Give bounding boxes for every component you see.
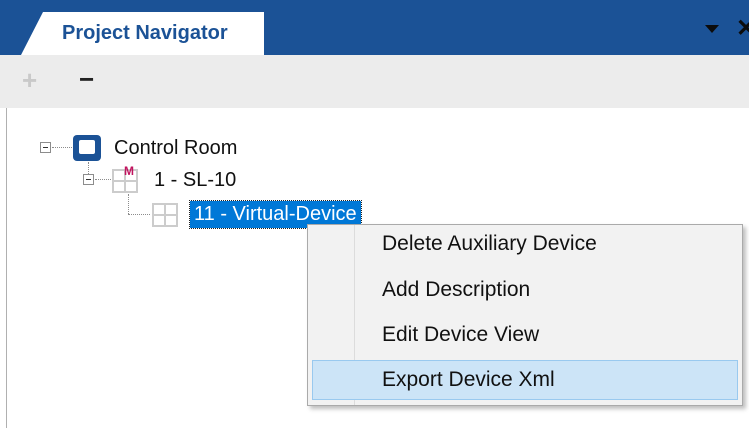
tree-connector (128, 214, 150, 215)
device-grid-icon (152, 203, 178, 227)
collapse-toggle-sl10[interactable] (83, 174, 94, 185)
close-icon[interactable]: ✕ (736, 17, 749, 41)
add-button[interactable]: + (22, 67, 37, 93)
remove-button[interactable]: − (79, 66, 94, 92)
device-badge-m-icon: M (124, 164, 134, 178)
tree-connector (88, 162, 89, 174)
menu-item-edit-device-view[interactable]: Edit Device View (312, 315, 738, 355)
tree-connector (95, 179, 111, 180)
plus-icon: + (22, 65, 38, 95)
tree-node-sl10[interactable]: 1 - SL-10 (154, 168, 236, 192)
toolbar (0, 55, 749, 108)
control-room-icon (73, 135, 101, 161)
minus-icon: − (79, 64, 95, 94)
dropdown-triangle-icon[interactable] (705, 25, 719, 33)
tree-node-control-room[interactable]: Control Room (114, 136, 237, 160)
menu-item-export-device-xml[interactable]: Export Device Xml (312, 360, 738, 400)
menu-item-add-description[interactable]: Add Description (312, 270, 738, 310)
tree-connector (128, 194, 129, 214)
panel-left-border (6, 108, 7, 428)
collapse-toggle-control-room[interactable] (40, 142, 51, 153)
tab-label: Project Navigator (62, 22, 228, 44)
tree-connector (52, 147, 72, 148)
menu-item-delete-auxiliary-device[interactable]: Delete Auxiliary Device (312, 224, 738, 264)
